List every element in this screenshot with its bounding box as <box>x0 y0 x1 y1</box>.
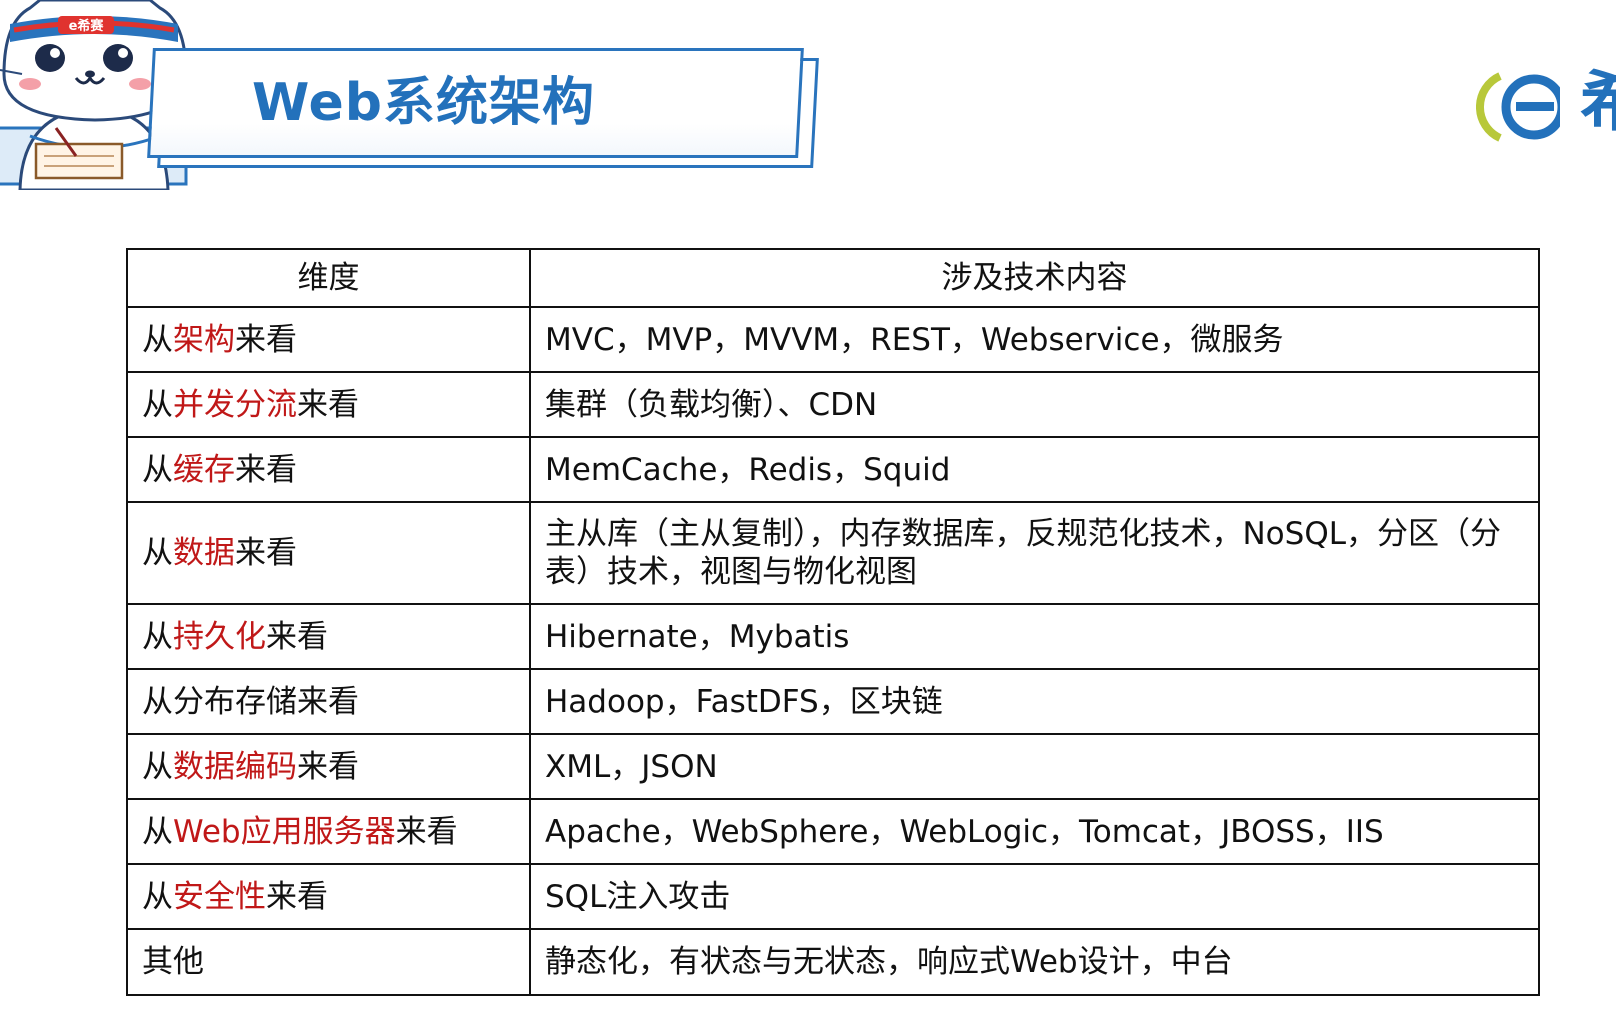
web-architecture-table: 维度 涉及技术内容 从架构来看 MVC，MVP，MVVM，REST，Webser… <box>126 248 1540 996</box>
dimension-prefix: 从 <box>142 321 173 358</box>
dimension-highlight: 数据编码 <box>173 748 297 785</box>
technology-cell: 集群（负载均衡）、CDN <box>529 371 1540 438</box>
technology-cell: XML，JSON <box>529 733 1540 800</box>
technology-cell: 静态化，有状态与无状态，响应式Web设计，中台 <box>529 928 1540 996</box>
dimension-suffix: 来看 <box>266 878 328 915</box>
dimension-prefix: 从 <box>142 618 173 655</box>
dimension-highlight: 安全性 <box>173 878 266 915</box>
column-header-dimension: 维度 <box>126 248 531 308</box>
technology-cell: SQL注入攻击 <box>529 863 1540 930</box>
column-header-technology: 涉及技术内容 <box>529 248 1540 308</box>
dimension-prefix: 从 <box>142 451 173 488</box>
technology-cell: Hadoop，FastDFS，区块链 <box>529 668 1540 735</box>
dimension-prefix: 从 <box>142 386 173 423</box>
dimension-suffix: 来看 <box>297 386 359 423</box>
table-row: 从并发分流来看 集群（负载均衡）、CDN <box>126 371 1540 438</box>
dimension-cell: 从数据来看 <box>126 501 531 605</box>
table-row: 从Web应用服务器来看 Apache，WebSphere，WebLogic，To… <box>126 798 1540 865</box>
dimension-suffix: 来看 <box>297 748 359 785</box>
dimension-highlight: Web应用服务器 <box>173 813 396 850</box>
dimension-cell: 从并发分流来看 <box>126 371 531 438</box>
dimension-highlight: 架构 <box>173 321 235 358</box>
dimension-prefix: 从分布存储来看 <box>142 683 359 720</box>
technology-cell: Hibernate，Mybatis <box>529 603 1540 670</box>
page-title: Web系统架构 <box>252 73 595 133</box>
table-row: 从架构来看 MVC，MVP，MVVM，REST，Webservice，微服务 <box>126 306 1540 373</box>
dimension-prefix: 从 <box>142 535 173 571</box>
table-row: 从安全性来看 SQL注入攻击 <box>126 863 1540 930</box>
technology-cell: MVC，MVP，MVVM，REST，Webservice，微服务 <box>529 306 1540 373</box>
mascot-badge-text: e希赛 <box>69 18 105 34</box>
dimension-highlight: 缓存 <box>173 451 235 488</box>
dimension-suffix: 来看 <box>266 618 328 655</box>
dimension-cell: 从Web应用服务器来看 <box>126 798 531 865</box>
technology-cell: 主从库（主从复制），内存数据库，反规范化技术，NoSQL，分区（分表）技术，视图… <box>529 501 1540 605</box>
table-row: 从数据编码来看 XML，JSON <box>126 733 1540 800</box>
dimension-prefix: 从 <box>142 748 173 785</box>
dimension-prefix: 其他 <box>142 944 204 980</box>
brand-logo-text: 希 <box>1580 63 1616 140</box>
dimension-cell: 从架构来看 <box>126 306 531 373</box>
dimension-cell: 从安全性来看 <box>126 863 531 930</box>
dimension-highlight: 并发分流 <box>173 386 297 423</box>
dimension-highlight: 数据 <box>173 535 235 571</box>
dimension-highlight: 持久化 <box>173 618 266 655</box>
dimension-prefix: 从 <box>142 878 173 915</box>
table-row: 从持久化来看 Hibernate，Mybatis <box>126 603 1540 670</box>
table-header-row: 维度 涉及技术内容 <box>126 248 1540 308</box>
table-row: 从数据来看 主从库（主从复制），内存数据库，反规范化技术，NoSQL，分区（分表… <box>126 501 1540 605</box>
table-row: 其他 静态化，有状态与无状态，响应式Web设计，中台 <box>126 928 1540 996</box>
dimension-prefix: 从 <box>142 813 173 850</box>
technology-cell: Apache，WebSphere，WebLogic，Tomcat，JBOSS，I… <box>529 798 1540 865</box>
technology-cell: MemCache，Redis，Squid <box>529 436 1540 503</box>
dimension-suffix: 来看 <box>395 813 458 850</box>
dimension-suffix: 来看 <box>235 451 297 488</box>
dimension-suffix: 来看 <box>235 321 297 358</box>
dimension-cell: 其他 <box>126 928 531 996</box>
dimension-cell: 从分布存储来看 <box>126 668 531 735</box>
dimension-cell: 从数据编码来看 <box>126 733 531 800</box>
table-row: 从分布存储来看 Hadoop，FastDFS，区块链 <box>126 668 1540 735</box>
table-row: 从缓存来看 MemCache，Redis，Squid <box>126 436 1540 503</box>
dimension-cell: 从缓存来看 <box>126 436 531 503</box>
dimension-suffix: 来看 <box>235 535 297 571</box>
dimension-cell: 从持久化来看 <box>126 603 531 670</box>
